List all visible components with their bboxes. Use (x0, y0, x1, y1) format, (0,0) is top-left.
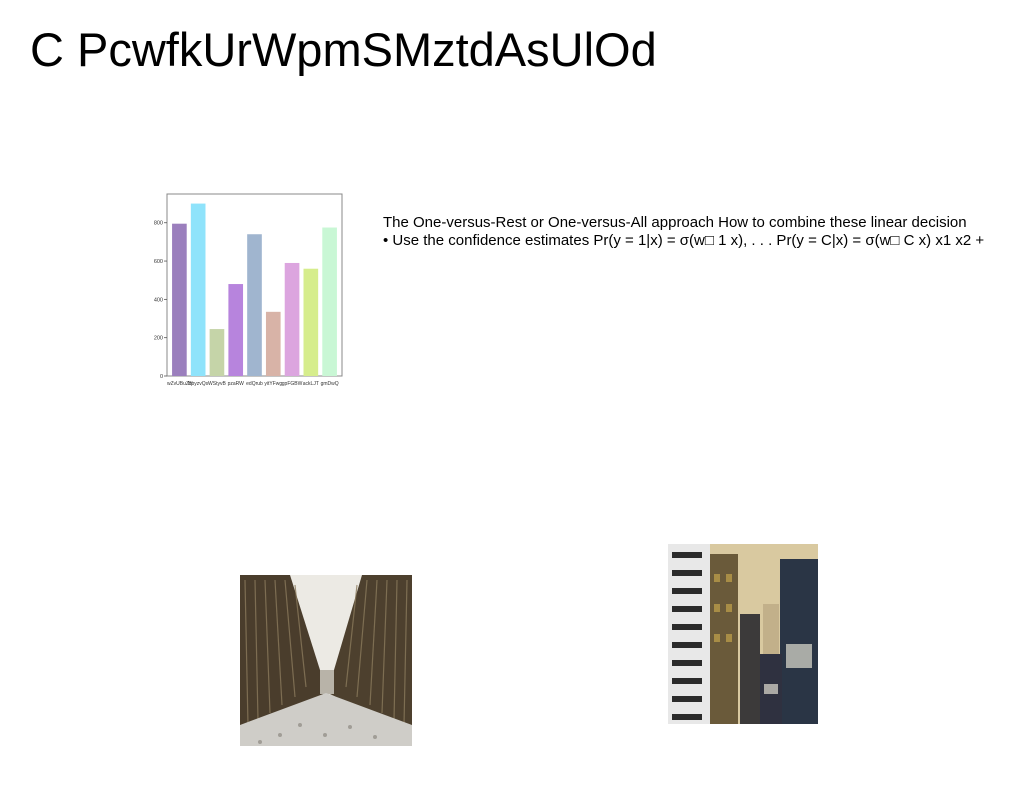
street-photo (240, 575, 412, 746)
bar-chart: 0 200 400 600 800 wZvUBuZq BbyzvQs WStyvB pzaRW… (150, 186, 350, 392)
bar-wZvUBuZq (172, 223, 187, 376)
y-axis: 0 200 400 600 800 (154, 221, 167, 380)
x-tick-label: WStyvB (208, 381, 226, 387)
x-tick-label: BbyzvQs (188, 381, 209, 387)
bar-gpFGBW (284, 262, 300, 376)
y-tick-label: 800 (154, 221, 163, 227)
y-tick-label: 0 (160, 374, 163, 380)
y-tick-label: 200 (154, 336, 163, 342)
x-tick-label: gpFGBW (282, 381, 303, 387)
bar-edQrub (247, 234, 262, 376)
x-tick-label: pzaRW (228, 381, 245, 387)
bar-pzaRW (228, 284, 244, 376)
x-tick-label: edQrub (246, 381, 263, 387)
body-text: The One-versus-Rest or One-versus-All ap… (383, 214, 984, 250)
x-tick-label: gmDwQ (321, 381, 339, 387)
text-line-2: • Use the confidence estimates Pr(y = 1|… (383, 232, 985, 249)
slide-title: C PcwfkUrWpmSMztdAsUlOd (30, 23, 657, 76)
x-axis: wZvUBuZqBbyzvQs WStyvB pzaRW edQrub yitYFwg g… (167, 381, 339, 387)
x-tick-label: yitYFwg (264, 381, 282, 387)
bars-group (172, 203, 337, 376)
x-tick-label: ackLJT (303, 381, 319, 387)
bar-yitYFwg (265, 311, 281, 376)
bar-chart-svg: 0 200 400 600 800 wZvUBuZqBbyzvQs WStyvB pzaRW… (154, 193, 343, 387)
text-line-1: The One-versus-Rest or One-versus-All ap… (383, 214, 967, 231)
street-photo-image (240, 575, 412, 746)
y-tick-label: 400 (154, 297, 163, 303)
city-photo-image (668, 544, 818, 724)
city-photo (668, 544, 818, 724)
bar-ackLJT (303, 268, 319, 376)
y-tick-label: 600 (154, 259, 163, 265)
bar-gmDwQ (322, 227, 337, 376)
bar-BbyzvQs (190, 203, 206, 376)
bar-WStyvB (209, 329, 225, 376)
